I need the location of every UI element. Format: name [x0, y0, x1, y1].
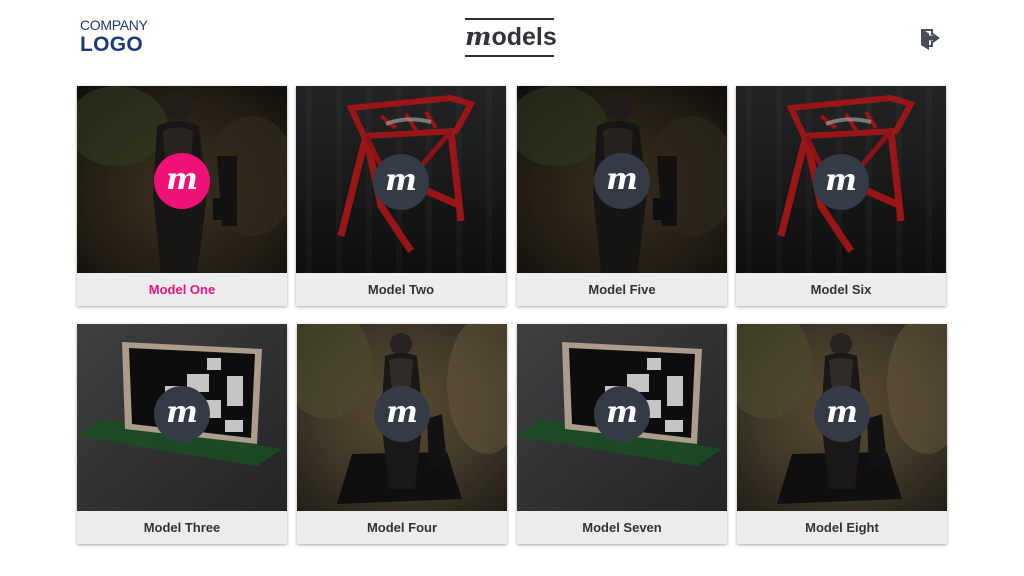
model-label: Model Five [588, 282, 656, 297]
model-card[interactable]: m Model Three [77, 324, 287, 544]
page-title: models [465, 18, 557, 57]
logo-line1: COMPANY [80, 17, 148, 33]
model-card[interactable]: m Model Five [517, 86, 727, 306]
model-card[interactable]: m Model Seven [517, 324, 727, 544]
model-label: Model Four [366, 520, 438, 535]
model-badge-icon: m [594, 153, 650, 209]
page-title-initial: m [465, 22, 492, 51]
model-card[interactable]: m Model One [77, 86, 287, 306]
model-badge-icon: m [373, 154, 429, 210]
model-badge-icon: m [814, 386, 870, 442]
model-label: Model Three [143, 520, 221, 535]
model-badge-icon: m [374, 386, 430, 442]
logo-line2: LOGO [80, 33, 144, 56]
model-badge-icon: m [154, 386, 210, 442]
model-badge-icon: m [594, 386, 650, 442]
model-card[interactable]: m Model Eight [737, 324, 947, 544]
model-badge-icon: m [813, 154, 869, 210]
sign-out-icon[interactable] [918, 27, 942, 51]
model-label: Model Eight [805, 520, 879, 535]
model-label: Model Six [810, 282, 872, 297]
page-title-rest: odels [491, 23, 557, 51]
model-card[interactable]: m Model Two [296, 86, 506, 306]
model-label: Model Seven [582, 520, 662, 535]
company-logo: COMPANY LOGO [80, 18, 148, 55]
model-card[interactable]: m Model Four [297, 324, 507, 544]
model-label: Model Two [367, 282, 435, 297]
model-label: Model One [148, 282, 216, 297]
model-card[interactable]: m Model Six [736, 86, 946, 306]
model-badge-icon: m [154, 153, 210, 209]
